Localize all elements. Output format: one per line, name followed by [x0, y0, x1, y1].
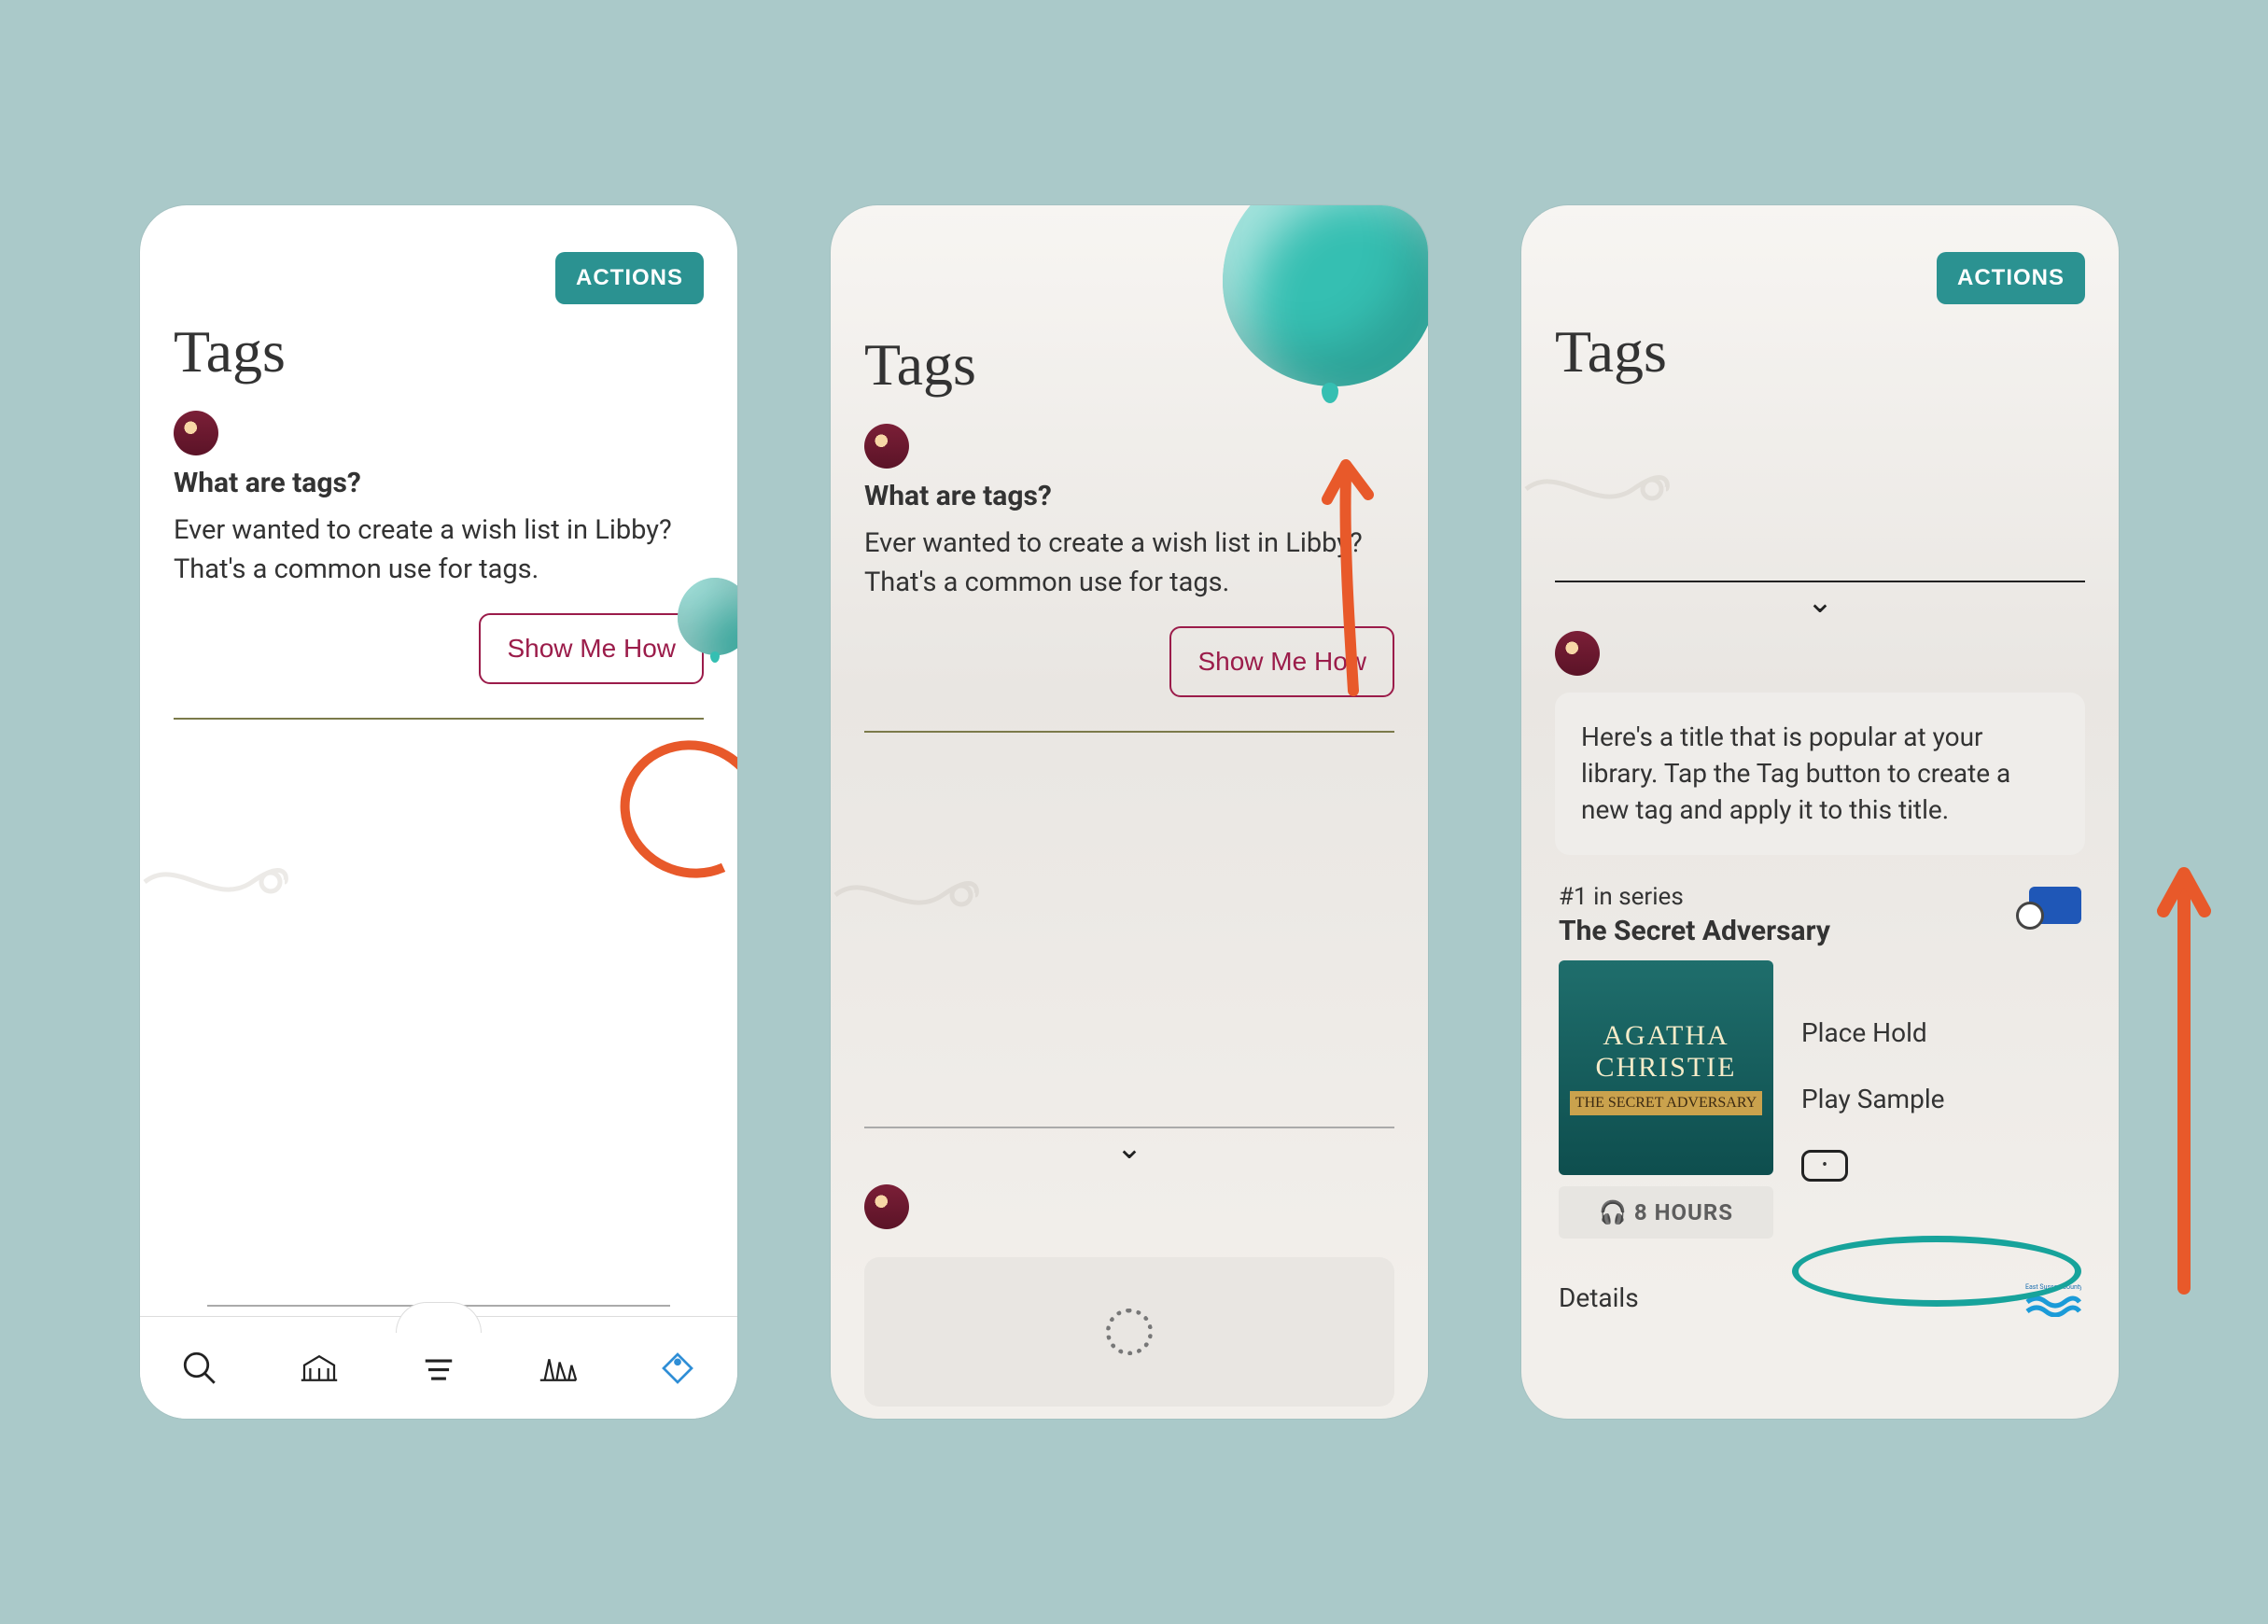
screenshot-panel-2: Tags What are tags? Ever wanted to creat…: [831, 205, 1428, 1419]
audiobook-badge-icon: [2029, 887, 2081, 924]
divider: [864, 731, 1394, 733]
annotation-circle: [601, 721, 737, 899]
libby-avatar-icon: [1555, 631, 1600, 676]
divider: [174, 718, 704, 720]
cover-author: AGATHA CHRISTIE: [1559, 1020, 1773, 1084]
tag-button[interactable]: •: [1801, 1150, 1848, 1182]
balloon-icon[interactable]: [1223, 205, 1428, 411]
bottom-nav: [140, 1316, 737, 1419]
chevron-down-icon[interactable]: ⌄: [1521, 586, 2119, 618]
shelf-icon[interactable]: [536, 1346, 581, 1391]
page-title: Tags: [140, 304, 737, 411]
library-logo-icon: East Sussex County Council: [2025, 1280, 2081, 1317]
divider: [864, 1127, 1394, 1128]
loading-card: [864, 1257, 1394, 1407]
balloon-icon[interactable]: [678, 578, 737, 664]
libby-avatar-icon: [174, 411, 218, 455]
show-me-how-button[interactable]: Show Me How: [1169, 626, 1394, 697]
actions-button[interactable]: ACTIONS: [1937, 252, 2085, 304]
screenshot-panel-3: ACTIONS Tags ⌄ Here's a title that is po…: [1521, 205, 2119, 1419]
libby-avatar-icon: [864, 1184, 909, 1229]
spinner-icon: [1106, 1309, 1153, 1355]
flourish-divider-icon: [831, 873, 980, 917]
flourish-divider-icon: [140, 860, 289, 904]
show-me-how-button[interactable]: Show Me How: [479, 613, 704, 684]
tip-card: Here's a title that is popular at your l…: [1555, 693, 2085, 855]
place-hold-link[interactable]: Place Hold: [1801, 1017, 2081, 1048]
actions-button[interactable]: ACTIONS: [555, 252, 704, 304]
cover-subtitle: THE SECRET ADVERSARY: [1570, 1091, 1762, 1115]
tags-description: Ever wanted to create a wish list in Lib…: [831, 524, 1428, 626]
play-sample-link[interactable]: Play Sample: [1801, 1084, 2081, 1114]
book-cover[interactable]: AGATHA CHRISTIE THE SECRET ADVERSARY 🎧 8…: [1559, 960, 1773, 1239]
tag-icon[interactable]: [655, 1346, 700, 1391]
tags-question: What are tags?: [140, 467, 737, 511]
svg-text:East Sussex County Council: East Sussex County Council: [2025, 1283, 2081, 1291]
tags-description: Ever wanted to create a wish list in Lib…: [140, 511, 737, 613]
screenshot-panel-1: ACTIONS Tags What are tags? Ever wanted …: [140, 205, 737, 1419]
details-link[interactable]: Details: [1559, 1282, 1639, 1313]
flourish-divider-icon: [1521, 467, 1671, 511]
search-icon[interactable]: [177, 1346, 222, 1391]
menu-icon[interactable]: [416, 1346, 461, 1391]
chevron-down-icon[interactable]: ⌄: [831, 1132, 1428, 1164]
duration-badge: 🎧 8 HOURS: [1559, 1186, 1773, 1239]
library-icon[interactable]: [297, 1346, 342, 1391]
tags-question: What are tags?: [831, 480, 1428, 524]
divider: [1555, 581, 2085, 582]
page-title: Tags: [1521, 304, 2119, 411]
libby-avatar-icon: [864, 424, 909, 469]
